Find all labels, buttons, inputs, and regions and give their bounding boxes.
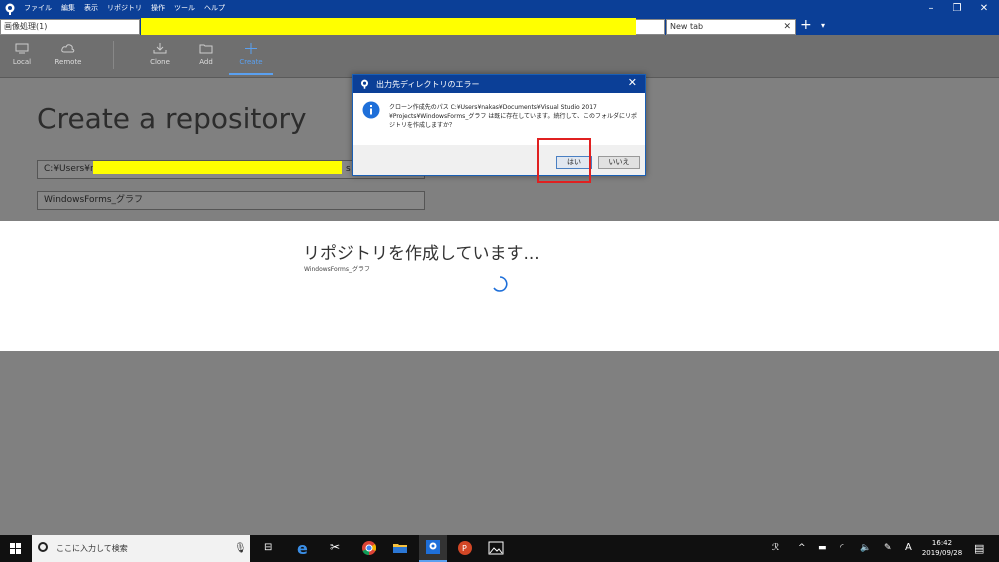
plus-icon: [245, 43, 257, 54]
photos-icon[interactable]: [488, 540, 504, 556]
toolbar-create-label: Create: [239, 58, 263, 66]
menu-edit[interactable]: 編集: [61, 3, 75, 13]
toolbar-clone-label: Clone: [150, 58, 170, 66]
folder-icon: [199, 44, 213, 54]
repository-name-field[interactable]: WindowsForms_グラフ: [37, 191, 425, 210]
cortana-icon: [38, 542, 48, 552]
toolbar-remote[interactable]: Remote: [46, 39, 90, 73]
dialog-title-bar: 出力先ディレクトリのエラー ✕: [353, 75, 645, 93]
battery-icon[interactable]: ▬: [818, 543, 827, 553]
people-icon[interactable]: ℛ: [772, 543, 779, 553]
progress-title: リポジトリを作成しています...: [303, 244, 540, 264]
menu-tools[interactable]: ツール: [174, 3, 195, 13]
menu-file[interactable]: ファイル: [24, 3, 52, 13]
close-tab-icon[interactable]: ✕: [783, 20, 791, 34]
task-view-icon[interactable]: ⊟: [264, 542, 280, 558]
minimize-button[interactable]: –: [918, 0, 944, 18]
toolbar-create[interactable]: Create: [229, 39, 273, 75]
app-logo-icon: [5, 3, 15, 15]
computer-icon: [15, 43, 29, 54]
ime-indicator[interactable]: A: [905, 542, 912, 553]
info-icon: [362, 101, 380, 119]
dialog-message: クローン作成先のパス C:¥Users¥nakas¥Documents¥Visu…: [389, 104, 637, 129]
toolbar-add[interactable]: Add: [184, 39, 228, 73]
close-window-button[interactable]: ✕: [971, 0, 997, 18]
toolbar-add-label: Add: [199, 58, 213, 66]
tab-dropdown-icon[interactable]: ▾: [821, 21, 825, 30]
toolbar-divider: [113, 41, 114, 69]
edge-browser-icon[interactable]: e: [297, 539, 313, 558]
show-hidden-icons-icon[interactable]: ^: [798, 543, 806, 553]
dialog-body: クローン作成先のパス C:¥Users¥nakas¥Documents¥Visu…: [353, 93, 645, 145]
tab-new-label: New tab: [670, 22, 704, 31]
menu-repository[interactable]: リポジトリ: [107, 3, 142, 13]
chrome-icon[interactable]: [361, 540, 377, 556]
windows-start-icon[interactable]: [10, 543, 21, 554]
app-logo-icon: [360, 79, 369, 89]
title-bar: ファイル 編集 表示 リポジトリ 操作 ツール ヘルプ – ❐ ✕: [0, 0, 999, 18]
taskbar-search-placeholder: ここに入力して検索: [56, 544, 128, 553]
toolbar-local-label: Local: [12, 58, 32, 66]
cloud-icon: [61, 44, 75, 53]
no-button[interactable]: いいえ: [598, 156, 640, 169]
volume-icon[interactable]: 🔈: [860, 543, 871, 553]
tab-active-repo[interactable]: 画像処理(1): [0, 19, 140, 35]
error-dialog: 出力先ディレクトリのエラー ✕ クローン作成先のパス C:¥Users¥naka…: [352, 74, 646, 176]
network-icon[interactable]: ◜: [840, 543, 844, 553]
clock[interactable]: 16:42 2019/09/28: [920, 538, 964, 558]
taskbar-search-box[interactable]: ここに入力して検索 🎙: [32, 535, 250, 562]
dialog-close-button[interactable]: ✕: [628, 76, 637, 89]
menu-help[interactable]: ヘルプ: [204, 3, 225, 13]
restore-button[interactable]: ❐: [944, 0, 970, 18]
menu-bar: ファイル 編集 表示 リポジトリ 操作 ツール ヘルプ: [24, 3, 225, 13]
notification-icon[interactable]: ▤: [974, 542, 984, 555]
loading-spinner-icon: [493, 276, 508, 292]
taskbar-app-active[interactable]: [419, 535, 447, 562]
redaction-highlight-path: [93, 161, 342, 174]
progress-subtitle: WindowsForms_グラフ: [304, 266, 371, 273]
toolbar-remote-label: Remote: [54, 58, 82, 66]
menu-view[interactable]: 表示: [84, 3, 98, 13]
powerpoint-icon[interactable]: P: [457, 540, 473, 556]
svg-text:P: P: [462, 544, 467, 553]
path-field-prefix: C:¥Users¥n: [44, 164, 96, 174]
add-tab-button[interactable]: +: [800, 17, 812, 33]
clock-time: 16:42: [931, 539, 953, 547]
page-title: Create a repository: [37, 102, 307, 135]
menu-action[interactable]: 操作: [151, 3, 165, 13]
toolbar-local[interactable]: Local: [0, 39, 44, 73]
redaction-highlight: [141, 18, 636, 35]
toolbar-clone[interactable]: Clone: [138, 39, 182, 73]
download-icon: [153, 43, 167, 54]
app-logo-icon: [426, 540, 440, 554]
dialog-title: 出力先ディレクトリのエラー: [376, 80, 480, 89]
file-explorer-icon[interactable]: [392, 540, 408, 556]
path-field-suffix: s: [346, 164, 351, 174]
annotation-red-box: [537, 138, 591, 183]
pen-icon[interactable]: ✎: [884, 543, 892, 553]
clock-date: 2019/09/28: [921, 549, 963, 557]
microphone-icon[interactable]: 🎙: [234, 535, 247, 562]
taskbar: ここに入力して検索 🎙 ⊟ e ✂ P ℛ ^ ▬ ◜ 🔈 ✎ A 16:42 …: [0, 535, 999, 562]
tab-new[interactable]: New tab ✕: [666, 19, 796, 35]
snipping-tool-icon[interactable]: ✂: [330, 540, 346, 556]
